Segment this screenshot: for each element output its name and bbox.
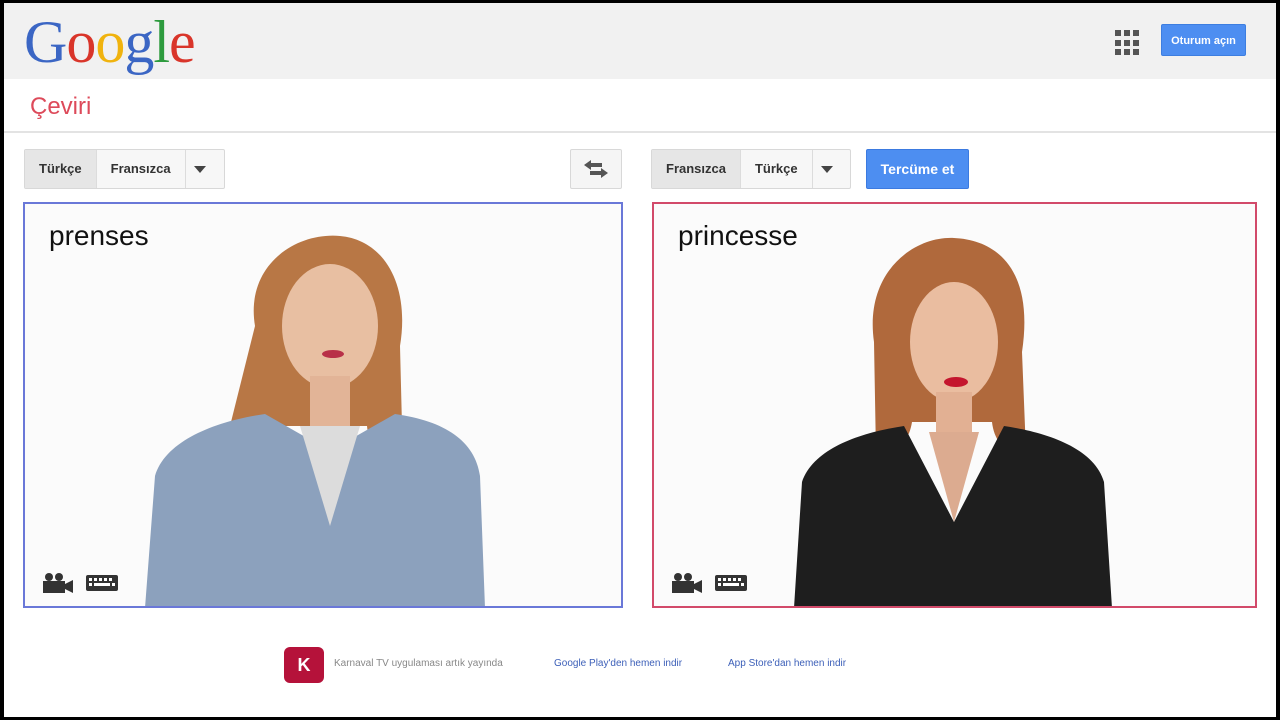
- logo-letter: e: [169, 9, 196, 75]
- source-lang-dropdown[interactable]: [186, 150, 214, 188]
- promo-text: Karnaval TV uygulaması artık yayında: [334, 658, 503, 669]
- swap-icon: [584, 160, 608, 178]
- source-text: prenses: [49, 220, 149, 251]
- source-lang-french[interactable]: Fransızca: [97, 150, 186, 188]
- target-text-panel: princesse: [652, 202, 1257, 608]
- ktv-logo: K TV: [284, 647, 324, 711]
- video-camera-icon[interactable]: [670, 572, 704, 594]
- source-language-bar: Türkçe Fransızca: [24, 149, 225, 189]
- logo-letter: o: [66, 9, 96, 75]
- source-text-panel[interactable]: prenses: [23, 202, 623, 608]
- output-tools: [670, 572, 748, 594]
- page-title: Çeviri: [30, 93, 92, 120]
- keyboard-icon[interactable]: [85, 573, 119, 593]
- chevron-down-icon: [193, 165, 206, 173]
- footer: K TV Karnaval TV uygulaması artık yayınd…: [4, 643, 1276, 711]
- person-image: [794, 237, 1112, 606]
- top-bar: Google Oturum açın: [4, 3, 1276, 79]
- logo-letter: o: [95, 9, 125, 75]
- target-language-bar: Fransızca Türkçe: [651, 149, 851, 189]
- source-lang-turkish[interactable]: Türkçe: [25, 150, 97, 188]
- header-divider: [4, 131, 1276, 133]
- input-tools: [41, 572, 119, 594]
- translate-button[interactable]: Tercüme et: [866, 149, 969, 189]
- google-play-link[interactable]: Google Play'den hemen indir: [554, 658, 682, 669]
- target-lang-dropdown[interactable]: [813, 150, 841, 188]
- video-camera-icon[interactable]: [41, 572, 75, 594]
- target-lang-turkish[interactable]: Türkçe: [741, 150, 813, 188]
- translated-text: princesse: [678, 220, 798, 251]
- target-lang-french[interactable]: Fransızca: [652, 150, 741, 188]
- logo-letter: l: [153, 9, 170, 75]
- logo-letter: G: [24, 9, 67, 75]
- swap-languages-button[interactable]: [570, 149, 622, 189]
- keyboard-icon[interactable]: [714, 573, 748, 593]
- logo-letter: g: [124, 9, 154, 75]
- apps-grid-icon[interactable]: [1115, 30, 1141, 56]
- app-frame: Google Oturum açın Çeviri Türkçe Fransız…: [4, 3, 1276, 717]
- person-image: [145, 235, 485, 606]
- app-store-link[interactable]: App Store'dan hemen indir: [728, 658, 846, 669]
- chevron-down-icon: [820, 165, 833, 173]
- signin-button[interactable]: Oturum açın: [1161, 24, 1246, 56]
- google-logo[interactable]: Google: [24, 7, 196, 77]
